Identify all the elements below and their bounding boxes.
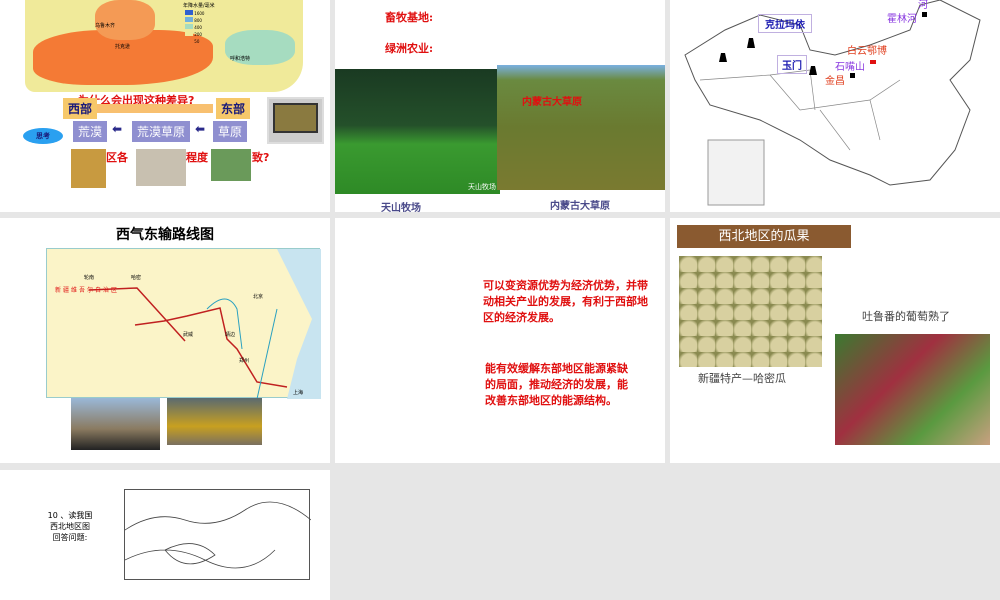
city-label: 呼和浩特 bbox=[230, 56, 251, 62]
slide-title: 西气东输路线图 bbox=[116, 227, 214, 243]
slide-thumbnail-6[interactable]: 西北地区的瓜果 新疆特产—哈密瓜 吐鲁番的葡萄熟了 bbox=[670, 218, 1000, 463]
slide-thumbnail-4[interactable]: 西气东输路线图 新疆维吾尔自治区 轮南 哈密 武威 靖边 北京 郑州 上海 bbox=[0, 218, 330, 463]
benefit-west-text: 可以变资源优势为经济优势，并带动相关产业的发展，有利于西部地区的经济发展。 bbox=[483, 279, 648, 324]
oil-field-icon bbox=[747, 38, 755, 48]
desert-steppe-photo bbox=[136, 149, 186, 186]
arrow-left-icon: ⬅ bbox=[195, 122, 206, 136]
slide-thumbnail-3[interactable]: 克拉玛依 玉门 白云鄂博 石嘴山 金昌 霍林河 河 bbox=[670, 0, 1000, 212]
city-label: 乌鲁木齐 bbox=[95, 23, 116, 29]
tianshan-pasture-photo: 天山牧场 bbox=[335, 69, 500, 194]
think-bubble: 思考 bbox=[23, 128, 63, 144]
slide-thumbnail-1[interactable]: 年降水量/毫米 乌鲁木齐 托克逊 呼和浩特 1600 800 400 200 5… bbox=[0, 0, 330, 212]
caption: 内蒙古大草原 bbox=[550, 201, 610, 212]
melon-caption: 新疆特产—哈密瓜 bbox=[698, 372, 786, 385]
pipeline-map: 新疆维吾尔自治区 轮南 哈密 武威 靖边 北京 郑州 上海 bbox=[46, 248, 321, 399]
zone-desert-steppe: 荒漠草原 bbox=[132, 121, 191, 142]
precipitation-map: 年降水量/毫米 乌鲁木齐 托克逊 呼和浩特 1600 800 400 200 5… bbox=[25, 0, 303, 92]
question-text: 10 、读我国 西北地区图 回答问题: bbox=[47, 511, 93, 542]
region-label: 新疆维吾尔自治区 bbox=[55, 287, 120, 294]
arrow-west bbox=[95, 104, 213, 113]
city-label: 北京 bbox=[253, 294, 264, 300]
map-label-baiyun: 白云鄂博 bbox=[847, 46, 887, 57]
east-label: 东部 bbox=[216, 98, 251, 119]
inner-mongolia-photo: 内蒙古大草原 bbox=[497, 65, 665, 190]
question-text-2b: 程度 bbox=[186, 151, 208, 164]
city-label: 郑州 bbox=[239, 358, 250, 364]
city-label: 武威 bbox=[183, 332, 194, 338]
city-label: 轮南 bbox=[84, 275, 95, 281]
livestock-base-label: 畜牧基地: bbox=[385, 11, 434, 24]
city-label: 托克逊 bbox=[115, 44, 131, 50]
question-text-2c: 致? bbox=[252, 151, 270, 164]
china-outline-map bbox=[684, 0, 981, 206]
caption: 天山牧场 bbox=[381, 203, 421, 212]
map-label-he: 河 bbox=[918, 0, 928, 11]
desert-photo bbox=[71, 149, 106, 188]
question-text-2: 区各 bbox=[106, 151, 128, 164]
slide-thumbnail-5[interactable]: 可以变资源优势为经济优势，并带动相关产业的发展，有利于西部地区的经济发展。 能有… bbox=[335, 218, 665, 463]
northwest-region-map bbox=[124, 489, 312, 580]
legend-title: 年降水量/毫米 bbox=[183, 3, 215, 9]
zone-desert: 荒漠 bbox=[73, 121, 108, 142]
map-label-yumen: 玉门 bbox=[777, 55, 807, 74]
map-label-shizuishan: 石嘴山 bbox=[835, 62, 865, 73]
pipeline-construction-photo bbox=[71, 398, 160, 450]
slide-title-banner: 西北地区的瓜果 bbox=[677, 225, 851, 248]
benefit-east-text: 能有效缓解东部地区能源紧缺的局面，推动经济的发展，能改善东部地区的能源结构。 bbox=[485, 362, 628, 407]
legend: 1600 800 400 200 50 bbox=[185, 10, 225, 45]
city-label: 靖边 bbox=[225, 332, 236, 338]
arrow-left-icon: ⬅ bbox=[112, 122, 123, 136]
city-label: 哈密 bbox=[131, 275, 142, 281]
steppe-photo bbox=[211, 149, 251, 181]
turpan-grapes-photo bbox=[835, 334, 990, 445]
video-thumbnail[interactable] bbox=[267, 97, 324, 144]
grape-caption: 吐鲁番的葡萄熟了 bbox=[862, 310, 950, 323]
slide-thumbnail-2[interactable]: 畜牧基地: 绿洲农业: 天山牧场 内蒙古大草原 天山牧场 内蒙古大草原 bbox=[335, 0, 665, 212]
zone-steppe: 草原 bbox=[213, 121, 248, 142]
slide-thumbnail-7[interactable]: 10 、读我国 西北地区图 回答问题: bbox=[0, 470, 330, 600]
city-label: 上海 bbox=[293, 390, 304, 396]
map-label-jinchang: 金昌 bbox=[825, 76, 845, 87]
gas-station-photo bbox=[167, 398, 262, 445]
west-label: 西部 bbox=[63, 98, 98, 119]
map-label-huolinhe: 霍林河 bbox=[887, 14, 917, 25]
map-label-karamay: 克拉玛依 bbox=[758, 14, 812, 33]
hami-melon-photo bbox=[679, 256, 822, 367]
oasis-agriculture-label: 绿洲农业: bbox=[385, 42, 434, 55]
